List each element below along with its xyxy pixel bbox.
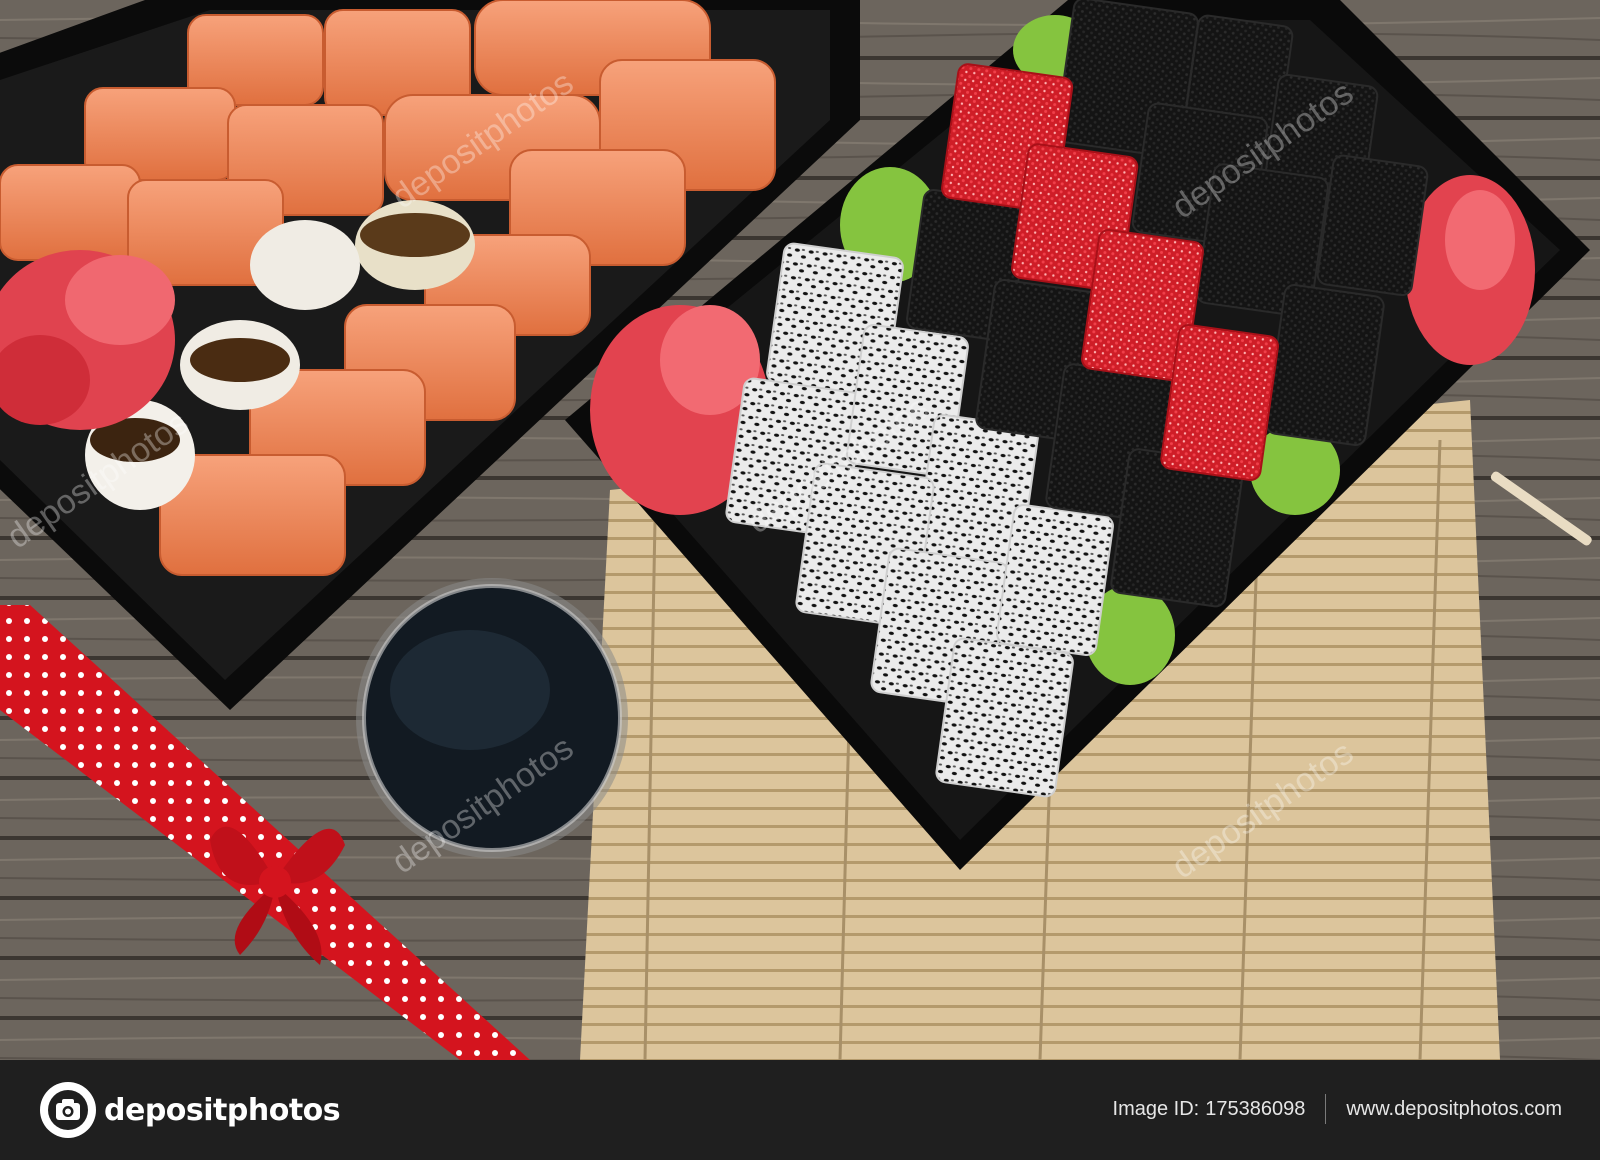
image-meta: Image ID: 175386098 www.depositphotos.co… [1113, 1094, 1562, 1124]
stock-footer: depositphotos Image ID: 175386098 www.de… [0, 1060, 1600, 1160]
image-id-label: Image ID: [1112, 1097, 1200, 1120]
stock-photo: depositphotos depositphotos depositphoto… [0, 0, 1600, 1060]
image-id-value: 175386098 [1205, 1097, 1306, 1120]
meta-divider [1325, 1094, 1327, 1124]
brand-name: depositphotos [104, 1092, 341, 1128]
soy-sauce-cup [356, 578, 628, 858]
sushi-scene [0, 0, 1600, 1060]
site-link[interactable]: www.depositphotos.com [1346, 1098, 1562, 1121]
brand-logo[interactable]: depositphotos [40, 1082, 341, 1138]
camera-icon [40, 1082, 96, 1138]
